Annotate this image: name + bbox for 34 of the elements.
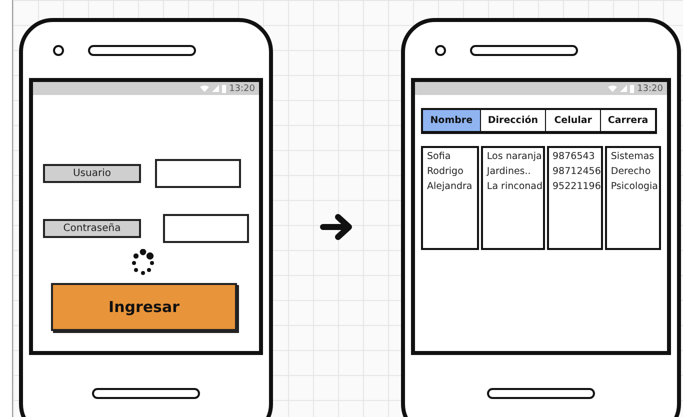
list-cell-text: Alejandra	[427, 181, 474, 192]
speaker-icon	[92, 388, 200, 399]
signal-icon	[620, 85, 628, 92]
signal-icon	[212, 85, 220, 92]
list-cell: 95221196	[552, 181, 601, 192]
input-field[interactable]	[163, 214, 249, 243]
wifi-icon	[608, 85, 618, 92]
tab[interactable]: Nombre	[423, 110, 481, 131]
arrow-icon	[320, 213, 354, 241]
wifi-icon	[200, 85, 210, 92]
battery-icon	[222, 84, 226, 92]
field-label: Contraseña	[43, 219, 141, 238]
spinner-icon	[129, 249, 157, 277]
list-cell-text: Sistemas	[610, 151, 656, 162]
speaker-icon	[487, 388, 595, 399]
list-cell: Psicologia	[610, 181, 659, 192]
input-field[interactable]	[155, 159, 241, 188]
list-cell-text: 9876543	[552, 151, 596, 162]
battery-icon	[630, 84, 634, 92]
list-cell-text: Jardines..	[486, 166, 532, 177]
speaker-icon	[470, 44, 578, 56]
list-cell-text: Derecho	[610, 166, 652, 177]
status-time: 13:20	[637, 84, 663, 94]
camera-icon	[53, 44, 64, 56]
status-time: 13:20	[229, 84, 255, 94]
list-cell: 98712456	[552, 166, 601, 177]
field-label: Usuario	[43, 164, 141, 183]
list-cell: La rinconad	[486, 181, 543, 192]
camera-icon	[435, 44, 446, 56]
list-cell-text: Sofia	[427, 151, 452, 162]
list-cell: Los naranja	[486, 151, 543, 162]
login-button[interactable]: Ingresar	[51, 283, 237, 331]
speaker-icon	[88, 44, 196, 56]
list-cell-text: Rodrigo	[427, 166, 464, 177]
